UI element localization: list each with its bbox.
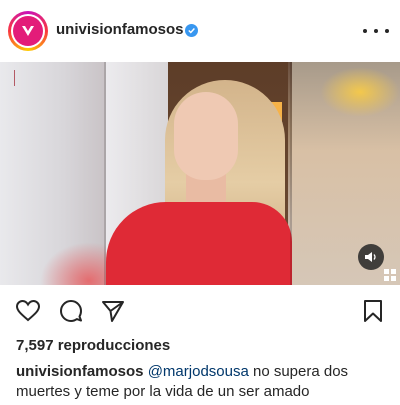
post-caption: univisionfamosos @marjodsousa no supera … (16, 362, 388, 402)
video-edge-right (290, 62, 292, 285)
video-progress-marker (14, 70, 15, 86)
post-header: univisionfamosos (0, 0, 400, 62)
more-dot (374, 29, 378, 33)
send-icon[interactable] (100, 298, 126, 324)
univision-logo-icon (13, 16, 43, 46)
video-edge-left (104, 62, 106, 285)
heart-icon[interactable] (15, 298, 41, 324)
bookmark-icon[interactable] (360, 298, 386, 324)
video-person-shirt (106, 202, 292, 285)
univision-logo-icon (384, 268, 396, 281)
avatar-border (11, 14, 45, 48)
caption-username[interactable]: univisionfamosos (16, 363, 144, 380)
comment-icon[interactable] (58, 298, 84, 324)
video-blur-right-accent (320, 67, 400, 117)
verified-badge-icon (185, 24, 198, 37)
more-options-icon[interactable] (363, 21, 389, 41)
post-actions (0, 285, 400, 335)
caption-mention[interactable]: @marjodsousa (148, 363, 249, 380)
video-person-face (174, 92, 238, 180)
speaker-icon[interactable] (358, 244, 384, 270)
view-count[interactable]: 7,597 reproducciones (16, 337, 170, 354)
more-dot (363, 29, 367, 33)
post-video[interactable] (0, 62, 400, 285)
post-username[interactable]: univisionfamosos (56, 21, 184, 38)
video-blur-left-accent (40, 242, 110, 285)
more-dot (385, 29, 389, 33)
avatar[interactable] (8, 11, 48, 51)
